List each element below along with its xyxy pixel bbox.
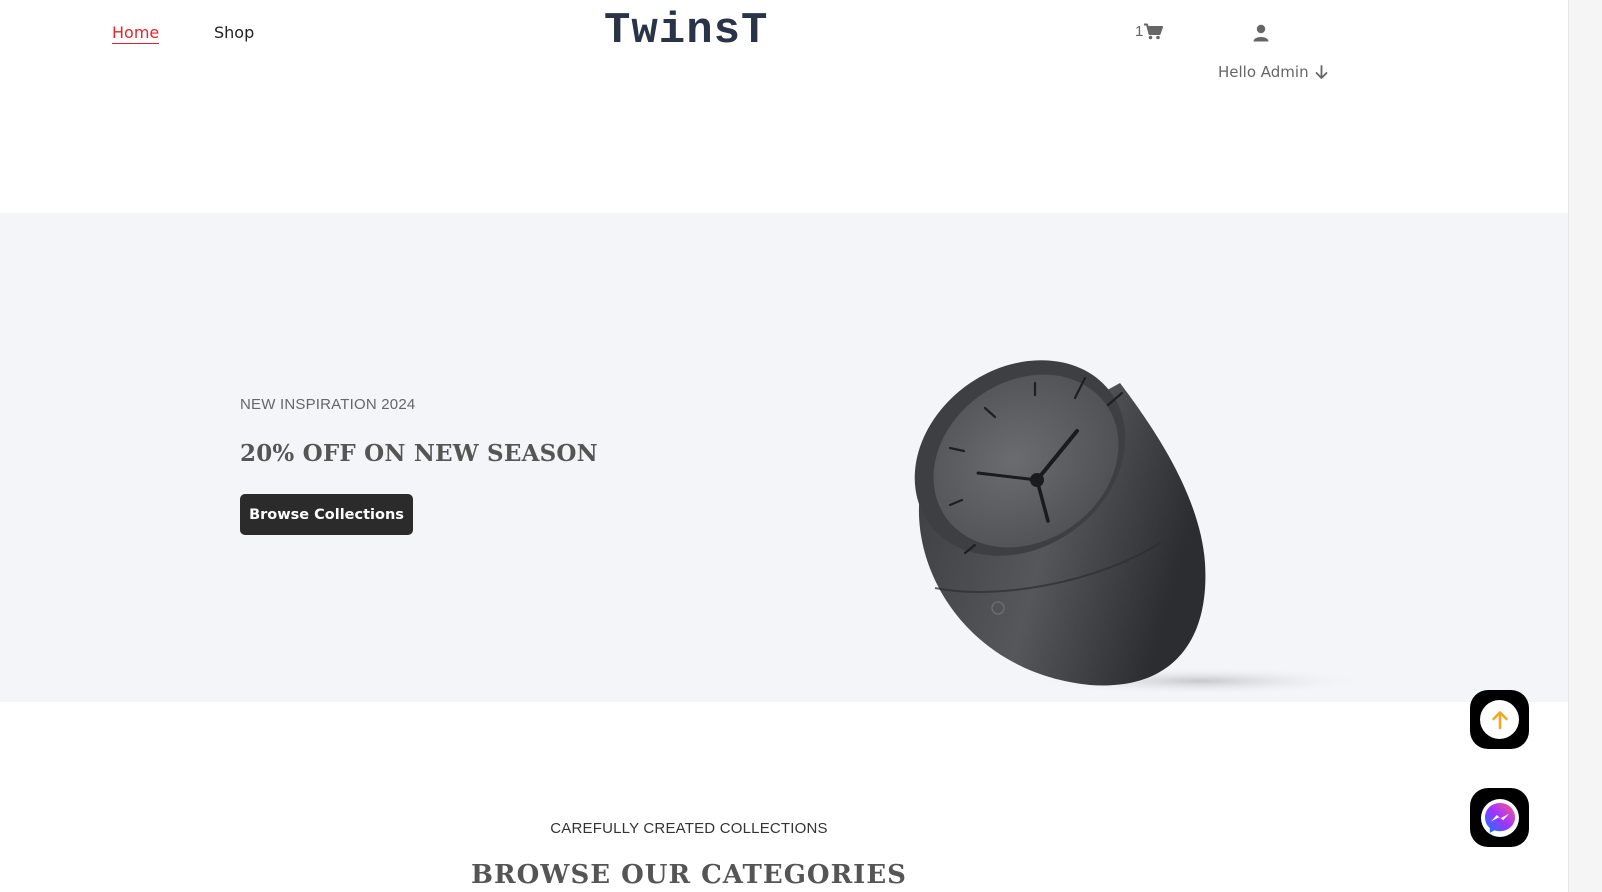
user-greeting: Hello Admin bbox=[1218, 63, 1309, 81]
cart-button[interactable]: 1 bbox=[1135, 23, 1164, 40]
messenger-icon bbox=[1480, 798, 1519, 837]
categories-title: BROWSE OUR CATEGORIES bbox=[471, 860, 907, 890]
messenger-chat-button[interactable] bbox=[1470, 788, 1529, 847]
site-logo[interactable]: TwinsT bbox=[604, 6, 768, 56]
cart-icon bbox=[1144, 23, 1164, 40]
arrow-down-icon bbox=[1315, 64, 1327, 79]
hero-subtitle: NEW INSPIRATION 2024 bbox=[240, 396, 416, 413]
arrow-up-icon bbox=[1491, 710, 1508, 729]
browse-collections-button[interactable]: Browse Collections bbox=[240, 494, 413, 535]
nav-shop-link[interactable]: Shop bbox=[214, 23, 254, 42]
clock-product-image bbox=[914, 360, 1370, 695]
user-icon[interactable] bbox=[1253, 24, 1269, 42]
categories-subtitle: CAREFULLY CREATED COLLECTIONS bbox=[550, 820, 828, 837]
hero-banner: NEW INSPIRATION 2024 20% OFF ON NEW SEAS… bbox=[0, 213, 1568, 702]
site-header: Home Shop TwinsT 1 Hello Admin bbox=[0, 0, 1568, 213]
hero-title: 20% OFF ON NEW SEASON bbox=[240, 440, 598, 467]
cart-count: 1 bbox=[1135, 23, 1144, 40]
page-scrollbar[interactable] bbox=[1568, 0, 1602, 892]
scroll-to-top-button[interactable] bbox=[1470, 690, 1529, 749]
nav-home-link[interactable]: Home bbox=[112, 23, 160, 44]
user-menu-toggle[interactable]: Hello Admin bbox=[1218, 63, 1328, 81]
